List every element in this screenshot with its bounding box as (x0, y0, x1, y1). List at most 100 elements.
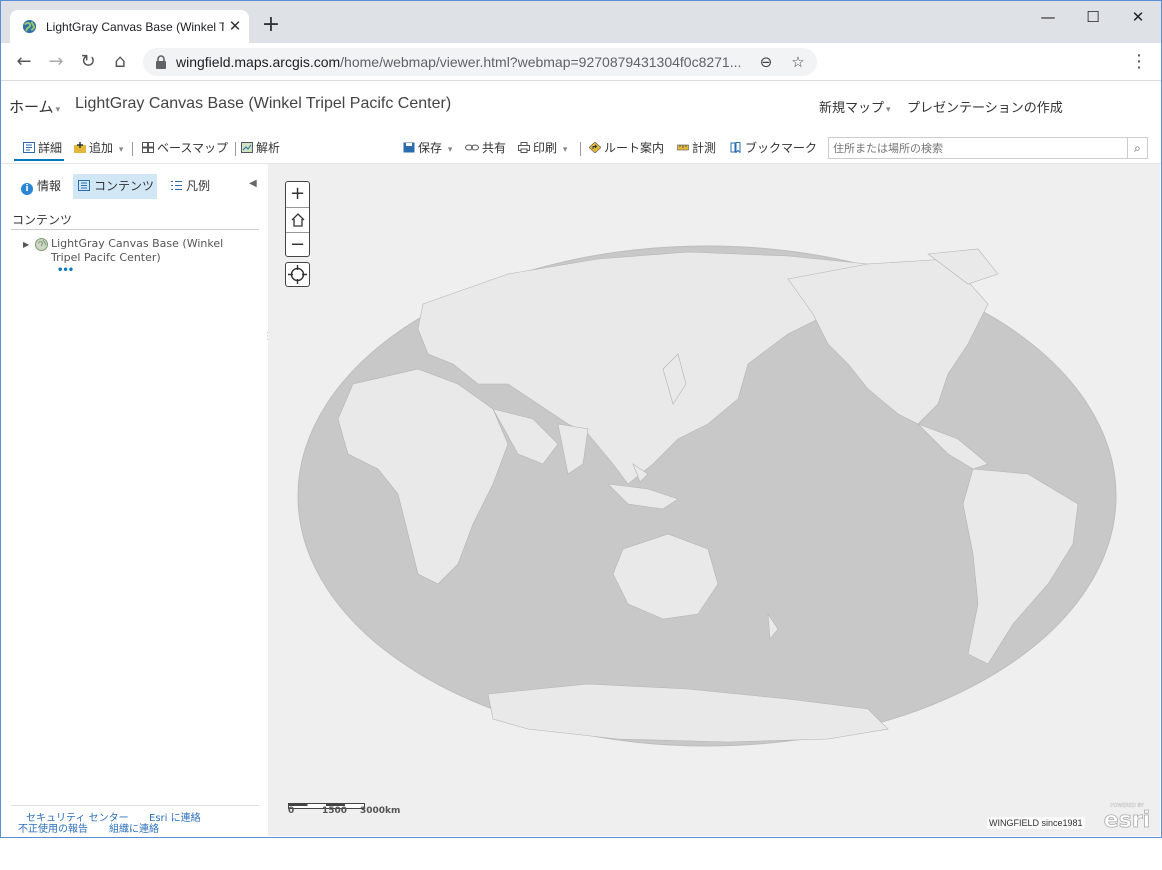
expand-layer-icon[interactable]: ▶ (23, 240, 29, 249)
contact-org-link[interactable]: 組織に連絡 (109, 820, 159, 835)
search-input[interactable] (833, 141, 1123, 155)
tab-legend-label: 凡例 (186, 179, 211, 193)
home-icon (291, 213, 304, 227)
save-button[interactable]: 保存 ▾ (403, 139, 452, 156)
sidebar-panel: i 情報 コンテンツ 凡例 ◀ コンテンツ ▶ LightGray Canvas … (1, 164, 268, 836)
add-button[interactable]: 追加 ▾ (74, 139, 123, 156)
contents-heading: コンテンツ (12, 213, 73, 227)
basemap-icon (142, 142, 154, 153)
print-icon (518, 142, 530, 153)
share-label: 共有 (482, 141, 507, 155)
tab-about-label: 情報 (37, 179, 62, 193)
world-map[interactable] (268, 164, 1160, 836)
map-toolbar: 詳細 追加 ▾ ベースマップ 解析 保存 ▾ 共有 印刷 ▾ ルート案内 計測 (7, 132, 1157, 162)
globe-icon (22, 19, 37, 34)
scale-bar: 0 1500 3000km (288, 796, 401, 818)
home-menu[interactable]: ホーム ▾ (9, 96, 60, 117)
bookmarks-button[interactable]: ブックマーク (730, 139, 817, 156)
tab-content-label: コンテンツ (94, 179, 155, 193)
save-icon (403, 142, 415, 153)
bookmark-star-icon[interactable]: ☆ (787, 51, 809, 73)
measure-icon (677, 144, 689, 151)
search-icon[interactable]: ⌕ (1127, 138, 1147, 158)
content-list-icon (78, 180, 90, 191)
measure-label: 計測 (692, 141, 717, 155)
add-layer-icon (74, 142, 86, 153)
chevron-down-icon: ▾ (562, 145, 568, 155)
map-title: LightGray Canvas Base (Winkel Tripel Pac… (75, 95, 452, 112)
directions-button[interactable]: ルート案内 (589, 139, 664, 156)
measure-button[interactable]: 計測 (677, 139, 716, 156)
divider (235, 142, 236, 156)
esri-logo[interactable]: POWERED BY esri (1102, 800, 1152, 830)
browser-tab[interactable]: LightGray Canvas Base (Winkel Tr ✕ (10, 10, 249, 43)
close-window-button[interactable]: ✕ (1116, 5, 1160, 29)
locate-button[interactable] (285, 262, 310, 287)
chevron-down-icon: ▾ (447, 145, 453, 155)
directions-icon (589, 142, 601, 153)
share-button[interactable]: 共有 (465, 139, 506, 156)
back-button[interactable]: ← (11, 49, 37, 75)
maximize-button[interactable]: ☐ (1071, 5, 1115, 29)
minimize-button[interactable]: — (1026, 5, 1070, 29)
browser-toolbar: ← → ↻ ⌂ wingfield.maps.arcgis.com/home/w… (1, 43, 1161, 81)
analysis-button[interactable]: 解析 (241, 139, 280, 156)
analysis-label: 解析 (256, 141, 281, 155)
svg-text:esri: esri (1104, 808, 1150, 830)
address-bar[interactable]: wingfield.maps.arcgis.com/home/webmap/vi… (143, 48, 817, 76)
collapse-panel-icon[interactable]: ◀ (249, 178, 257, 189)
tab-about[interactable]: i 情報 (21, 174, 61, 199)
bookmark-icon (730, 142, 741, 153)
location-search: ⌕ (828, 137, 1148, 159)
home-button[interactable]: ⌂ (107, 49, 133, 75)
tab-title: LightGray Canvas Base (Winkel Tr (46, 20, 224, 34)
tab-content[interactable]: コンテンツ (73, 174, 157, 199)
scale-label-0: 0 (288, 806, 295, 816)
chevron-down-icon: ▾ (118, 145, 124, 155)
url-host: wingfield.maps.arcgis.com (176, 54, 341, 70)
crosshair-icon (288, 265, 307, 284)
basemap-button[interactable]: ベースマップ (142, 139, 228, 156)
app-header: ホーム ▾ LightGray Canvas Base (Winkel Tripe… (1, 82, 1161, 130)
share-link-icon (465, 144, 479, 151)
basemap-layer-icon (35, 238, 48, 251)
zoom-in-button[interactable]: + (286, 182, 309, 207)
print-button[interactable]: 印刷 ▾ (518, 139, 567, 156)
divider (132, 142, 133, 156)
create-presentation-button[interactable]: プレゼンテーションの作成 (907, 97, 1063, 116)
reload-button[interactable]: ↻ (75, 49, 101, 75)
map-view[interactable]: + − 0 1500 3000km WINGFIELD since1981 PO… (268, 164, 1160, 836)
lock-icon (156, 55, 166, 69)
browser-window: LightGray Canvas Base (Winkel Tr ✕ + — ☐… (0, 0, 1162, 838)
map-attribution[interactable]: WINGFIELD since1981 (987, 817, 1085, 829)
new-map-label: 新規マップ (819, 101, 885, 116)
chevron-down-icon: ▾ (55, 105, 61, 115)
active-tab-indicator (14, 159, 64, 161)
forward-button[interactable]: → (43, 49, 69, 75)
details-label: 詳細 (38, 141, 63, 155)
details-icon (23, 142, 35, 153)
report-abuse-link[interactable]: 不正使用の報告 (18, 820, 88, 835)
home-label: ホーム (9, 98, 54, 116)
zoom-out-button[interactable]: − (286, 232, 309, 257)
zoom-controls: + − (285, 181, 310, 257)
print-label: 印刷 (533, 141, 558, 155)
browser-menu-icon[interactable]: ⋮ (1129, 51, 1149, 73)
scale-label-1500: 1500 (322, 806, 348, 816)
scale-label-3000: 3000km (360, 806, 401, 816)
divider (580, 142, 581, 156)
tab-strip: LightGray Canvas Base (Winkel Tr ✕ + — ☐… (1, 1, 1161, 43)
new-map-menu[interactable]: 新規マップ ▾ (819, 97, 891, 116)
chevron-down-icon: ▾ (886, 105, 891, 115)
layer-options-icon[interactable]: ••• (57, 265, 74, 276)
zoom-icon[interactable]: ⊖ (755, 51, 777, 73)
default-extent-button[interactable] (286, 207, 309, 232)
new-tab-button[interactable]: + (259, 13, 283, 37)
url-path: /home/webmap/viewer.html?webmap=92708794… (340, 54, 742, 70)
url-text[interactable]: wingfield.maps.arcgis.com/home/webmap/vi… (176, 54, 746, 70)
close-tab-icon[interactable]: ✕ (226, 17, 244, 35)
bookmarks-label: ブックマーク (745, 141, 818, 155)
details-button[interactable]: 詳細 (23, 139, 62, 156)
layer-name[interactable]: LightGray Canvas Base (Winkel Tripel Pac… (51, 237, 251, 265)
tab-legend[interactable]: 凡例 (171, 174, 210, 199)
